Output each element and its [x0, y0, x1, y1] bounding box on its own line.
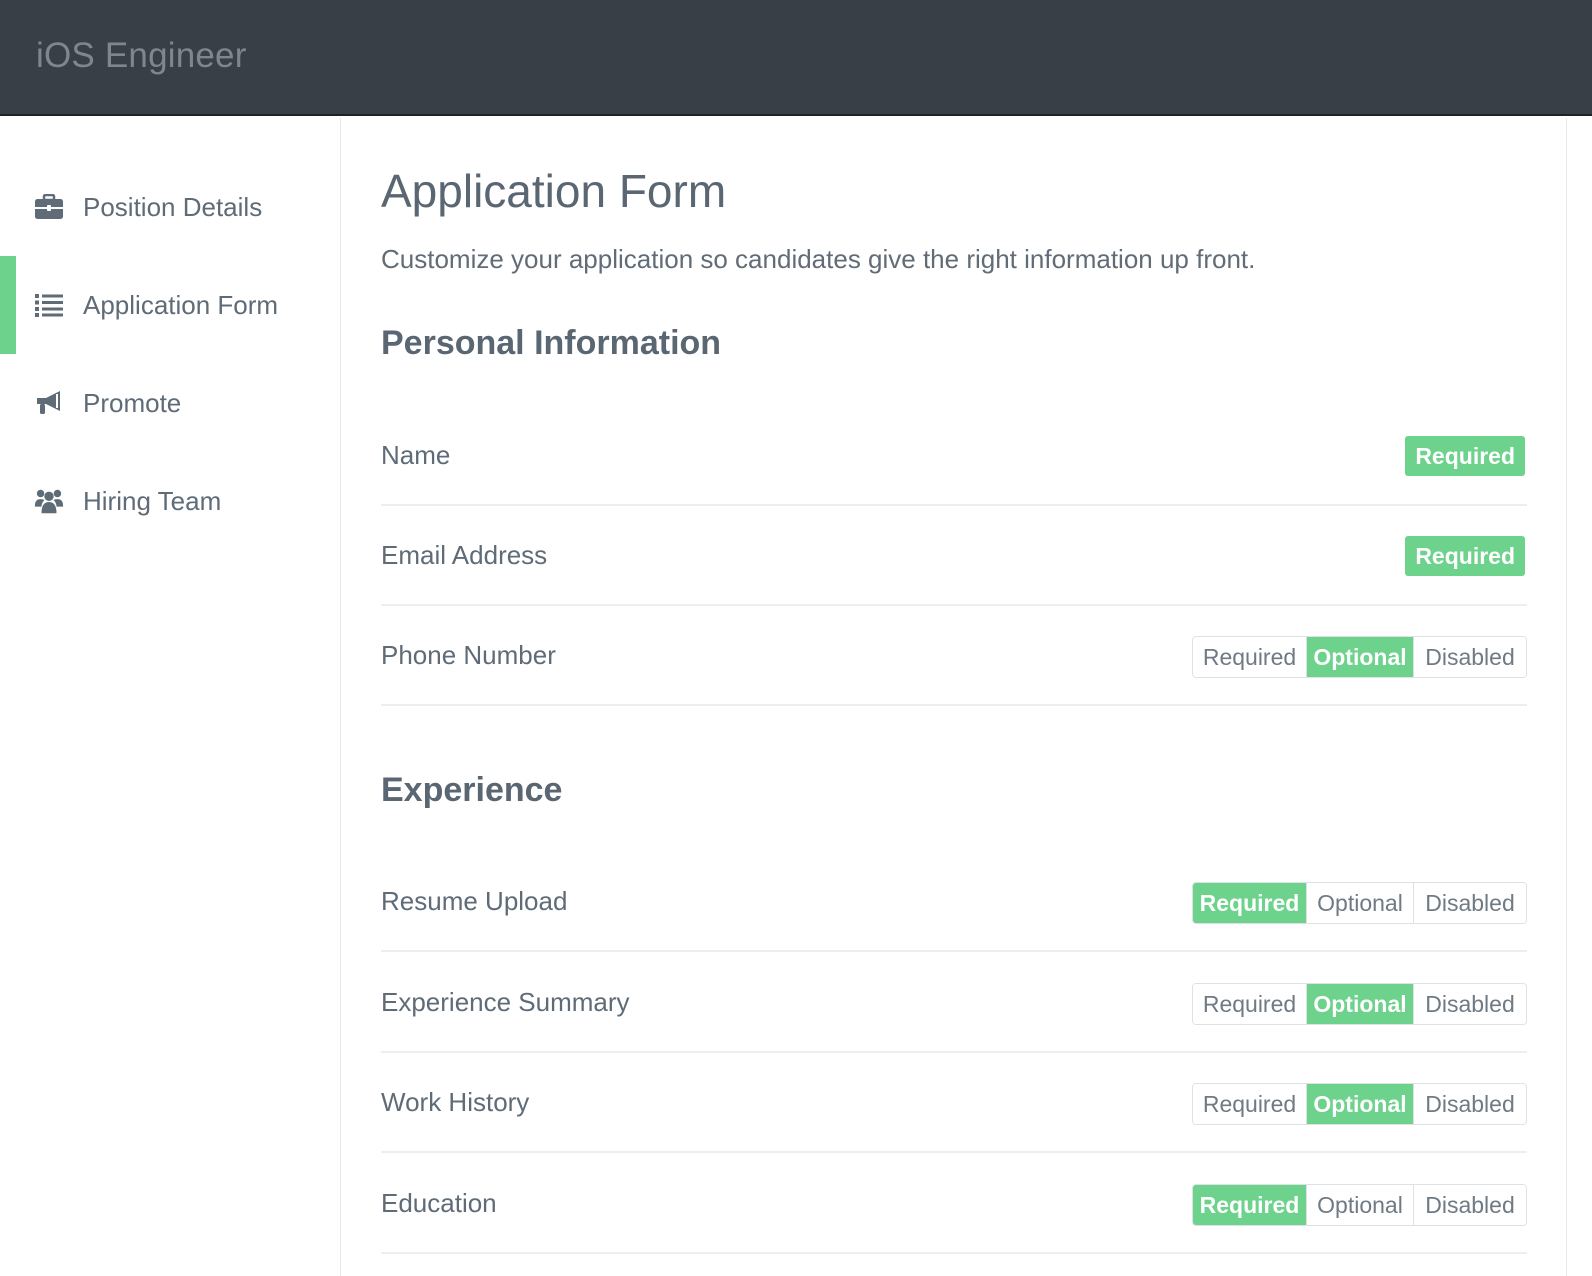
- option-required[interactable]: Required: [1193, 984, 1307, 1024]
- option-optional[interactable]: Optional: [1307, 984, 1414, 1024]
- field-row-education: Education Required Optional Disabled: [381, 1154, 1527, 1254]
- field-label: Email Address: [381, 540, 548, 570]
- sidebar-item-label: Hiring Team: [83, 485, 222, 516]
- option-required[interactable]: Required: [1193, 1185, 1307, 1225]
- option-required[interactable]: Required: [1193, 1084, 1307, 1124]
- sidebar-item-position-details[interactable]: Position Details: [0, 158, 340, 256]
- sidebar-item-hiring-team[interactable]: Hiring Team: [0, 452, 340, 550]
- page-title: Application Form: [381, 165, 727, 217]
- field-label: Phone Number: [381, 640, 556, 670]
- required-badge: Required: [1405, 536, 1525, 576]
- requirement-toggle: Required Optional Disabled: [1192, 1184, 1527, 1226]
- option-disabled[interactable]: Disabled: [1414, 883, 1526, 923]
- option-optional[interactable]: Optional: [1307, 637, 1414, 677]
- content-right-border: [1566, 118, 1567, 1276]
- requirement-toggle: Required Optional Disabled: [1192, 882, 1527, 924]
- option-optional[interactable]: Optional: [1307, 1084, 1414, 1124]
- option-disabled[interactable]: Disabled: [1414, 984, 1526, 1024]
- option-disabled[interactable]: Disabled: [1414, 637, 1526, 677]
- users-icon: [34, 486, 64, 516]
- field-label: Name: [381, 440, 451, 470]
- section-title-personal-information: Personal Information: [381, 324, 722, 362]
- megaphone-icon: [34, 388, 64, 418]
- field-row-email-address: Email Address Required: [381, 506, 1527, 606]
- option-optional[interactable]: Optional: [1307, 883, 1414, 923]
- sidebar-item-label: Promote: [83, 387, 182, 418]
- sidebar-item-application-form[interactable]: Application Form: [0, 256, 340, 354]
- sidebar-item-label: Application Form: [83, 289, 279, 320]
- field-label: Resume Upload: [381, 886, 568, 916]
- section-title-experience: Experience: [381, 771, 563, 809]
- briefcase-icon: [34, 192, 64, 222]
- sidebar-item-label: Position Details: [83, 191, 263, 222]
- sidebar: Position Details Application Form Promot…: [0, 118, 341, 1276]
- field-row-phone-number: Phone Number Required Optional Disabled: [381, 606, 1527, 706]
- field-row-experience-summary: Experience Summary Required Optional Dis…: [381, 953, 1527, 1053]
- list-icon: [34, 290, 64, 320]
- field-label: Work History: [381, 1087, 530, 1117]
- field-row-resume-upload: Resume Upload Required Optional Disabled: [381, 852, 1527, 952]
- field-label: Education: [381, 1188, 497, 1218]
- option-required[interactable]: Required: [1193, 883, 1307, 923]
- option-optional[interactable]: Optional: [1307, 1185, 1414, 1225]
- top-bar: iOS Engineer: [0, 0, 1592, 116]
- required-badge: Required: [1405, 436, 1525, 476]
- option-required[interactable]: Required: [1193, 637, 1307, 677]
- requirement-toggle: Required Optional Disabled: [1192, 983, 1527, 1025]
- sidebar-item-promote[interactable]: Promote: [0, 354, 340, 452]
- option-disabled[interactable]: Disabled: [1414, 1084, 1526, 1124]
- requirement-toggle: Required Optional Disabled: [1192, 1083, 1527, 1125]
- job-title: iOS Engineer: [36, 36, 247, 75]
- field-row-name: Name Required: [381, 406, 1527, 506]
- requirement-toggle: Required Optional Disabled: [1192, 636, 1527, 678]
- field-label: Experience Summary: [381, 987, 630, 1017]
- option-disabled[interactable]: Disabled: [1414, 1185, 1526, 1225]
- field-row-work-history: Work History Required Optional Disabled: [381, 1053, 1527, 1153]
- page-subtitle: Customize your application so candidates…: [381, 244, 1256, 274]
